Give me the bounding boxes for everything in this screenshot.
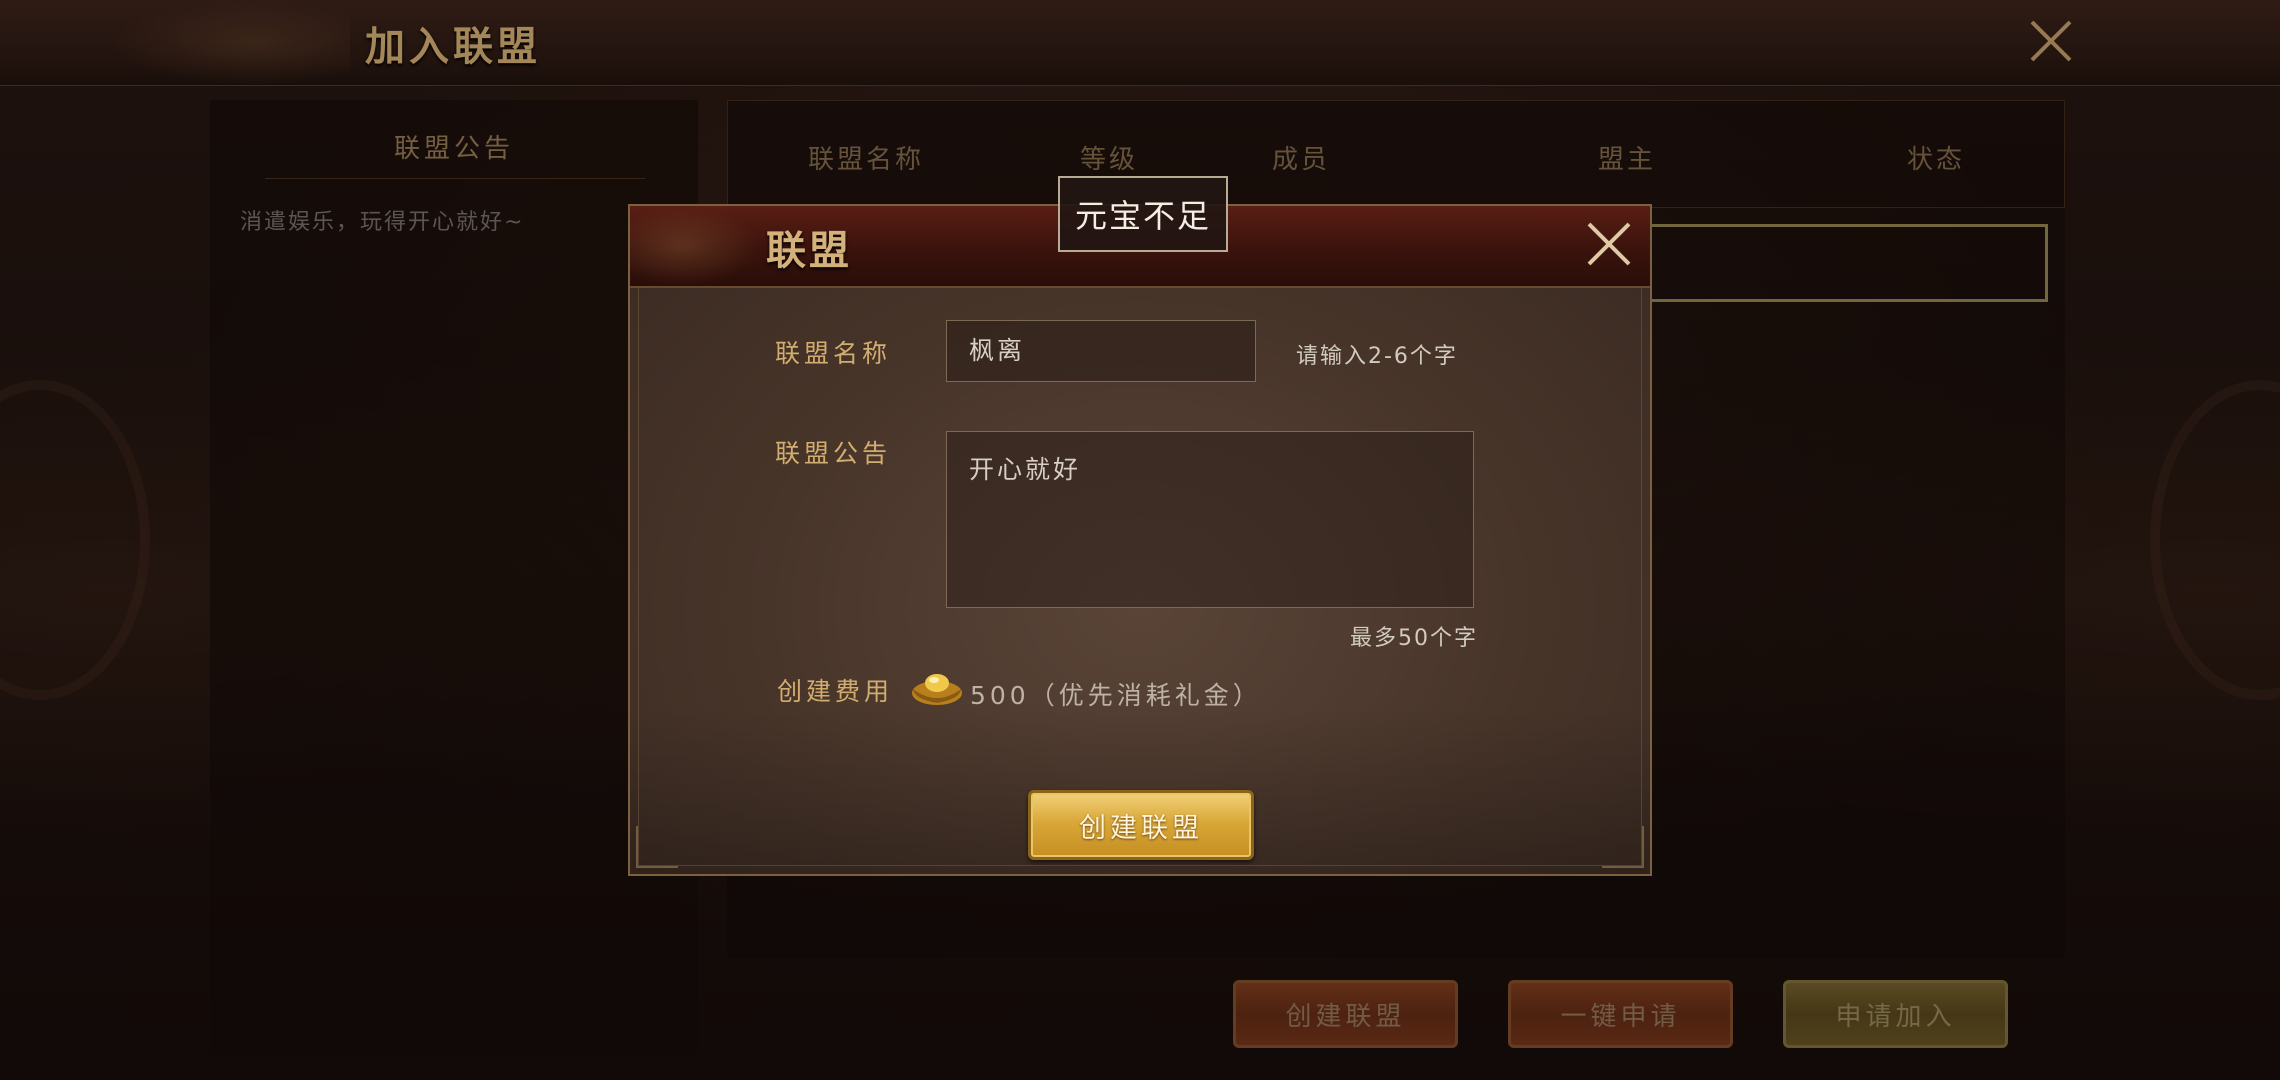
insufficient-currency-toast: 元宝不足 <box>1058 176 1228 252</box>
gold-ingot-icon <box>912 674 962 705</box>
corner-ornament <box>1602 826 1644 868</box>
corner-ornament <box>636 826 678 868</box>
create-alliance-dialog: 联盟 联盟名称 枫离 请输入2-6个字 联盟公告 开心就好 最多50个字 创建费… <box>628 204 1652 876</box>
alliance-notice-label: 联盟公告 <box>775 439 892 468</box>
notice-length-hint: 最多50个字 <box>1350 626 1478 651</box>
alliance-name-input[interactable]: 枫离 <box>946 320 1256 382</box>
confirm-create-button[interactable]: 创建联盟 <box>1028 790 1254 860</box>
dialog-title: 联盟 <box>766 227 852 274</box>
alliance-name-label: 联盟名称 <box>775 339 892 368</box>
name-length-hint: 请输入2-6个字 <box>1296 344 1458 369</box>
creation-cost-label: 创建费用 <box>777 677 894 706</box>
dialog-ornament <box>630 206 760 286</box>
creation-cost-value: 500（优先消耗礼金） <box>970 681 1262 710</box>
close-icon[interactable] <box>1584 219 1634 269</box>
alliance-notice-input[interactable]: 开心就好 <box>946 431 1474 608</box>
